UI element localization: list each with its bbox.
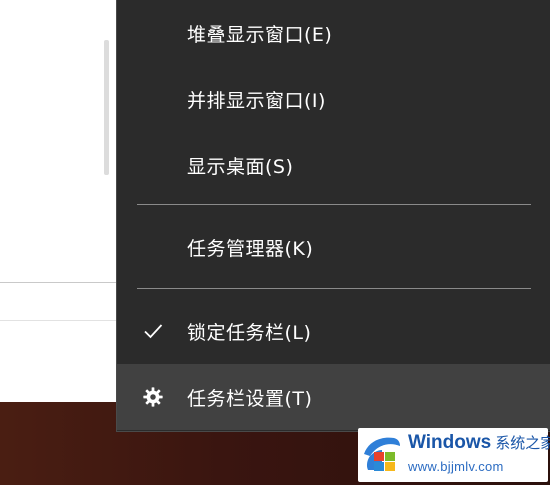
background-scrollbar[interactable]	[104, 40, 109, 175]
menu-item-show-side-by-side[interactable]: 并排显示窗口(I)	[117, 66, 550, 132]
menu-item-label: 并排显示窗口(I)	[187, 89, 326, 112]
gear-icon	[141, 385, 165, 409]
background-divider	[0, 320, 118, 321]
menu-item-label: 任务管理器(K)	[187, 237, 314, 260]
site-watermark: Windows 系统之家 www.bjjmlv.com	[358, 428, 550, 482]
menu-item-show-desktop[interactable]: 显示桌面(S)	[117, 132, 550, 198]
menu-item-label: 锁定任务栏(L)	[187, 321, 312, 344]
menu-item-label: 任务栏设置(T)	[187, 387, 313, 410]
menu-item-label: 显示桌面(S)	[187, 155, 294, 178]
taskbar-context-menu: 堆叠显示窗口(E) 并排显示窗口(I) 显示桌面(S) 任务管理器(K) 锁定任…	[116, 0, 550, 432]
menu-item-cascade-windows[interactable]: 堆叠显示窗口(E)	[117, 0, 550, 66]
menu-item-task-manager[interactable]: 任务管理器(K)	[117, 214, 550, 280]
menu-separator	[137, 288, 531, 289]
menu-item-taskbar-settings[interactable]: 任务栏设置(T)	[117, 364, 550, 430]
menu-item-lock-taskbar[interactable]: 锁定任务栏(L)	[117, 298, 550, 364]
watermark-url: www.bjjmlv.com	[408, 459, 504, 474]
background-window	[0, 0, 118, 402]
watermark-title: Windows 系统之家	[408, 432, 550, 454]
menu-item-label: 堆叠显示窗口(E)	[187, 23, 333, 46]
menu-separator	[137, 204, 531, 205]
watermark-brand: Windows	[408, 432, 492, 453]
checkmark-icon	[141, 319, 165, 343]
background-divider	[0, 282, 118, 283]
windows-logo-icon	[364, 437, 400, 471]
watermark-brand-cn: 系统之家	[495, 435, 550, 452]
